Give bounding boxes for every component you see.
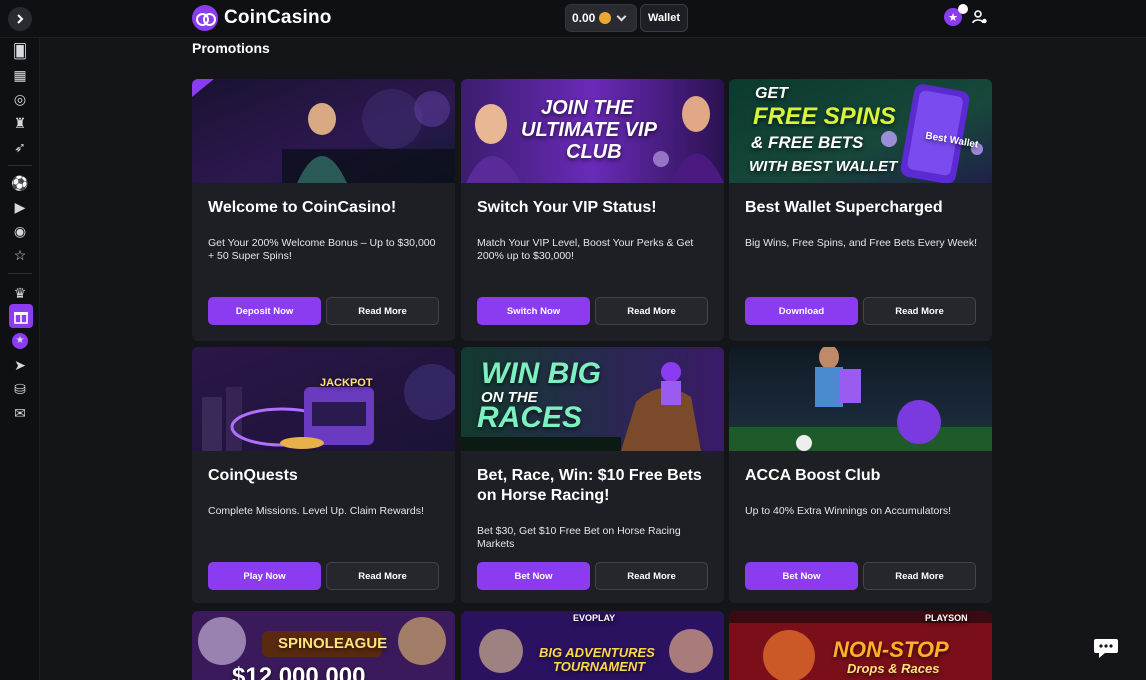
- sidebar-divider: [8, 165, 32, 166]
- rewards-star-icon[interactable]: ★: [944, 4, 968, 26]
- banner-text: BIG ADVENTURES: [539, 645, 655, 660]
- logo[interactable]: CoinCasino: [192, 4, 332, 32]
- read-more-button[interactable]: Read More: [595, 297, 708, 325]
- promo-title: ACCA Boost Club: [745, 467, 881, 484]
- page-title: Promotions: [192, 40, 270, 56]
- promo-card-evoplay[interactable]: EVOPLAY BIG ADVENTURES TOURNAMENT: [461, 611, 724, 680]
- logo-text: CoinCasino: [224, 7, 332, 28]
- chevron-right-icon: [17, 14, 24, 24]
- live-casino-icon[interactable]: ▦: [11, 66, 29, 84]
- play-now-button[interactable]: Play Now: [208, 562, 321, 590]
- user-settings-icon[interactable]: [972, 9, 988, 25]
- promo-description: Get Your 200% Welcome Bonus – Up to $30,…: [208, 237, 436, 262]
- banner-text: JACKPOT: [320, 377, 373, 389]
- deposit-now-button[interactable]: Deposit Now: [208, 297, 321, 325]
- promotions-gift-icon[interactable]: [9, 304, 33, 328]
- banner-text: NON-STOP: [833, 637, 949, 662]
- bet-now-button[interactable]: Bet Now: [477, 562, 590, 590]
- promo-description: Up to 40% Extra Winnings on Accumulators…: [745, 505, 952, 517]
- promo-description: Big Wins, Free Spins, and Free Bets Ever…: [745, 237, 978, 249]
- top-bar: CoinCasino 0.00 Wallet ★: [0, 0, 1146, 38]
- banner-text: RACES: [477, 401, 583, 434]
- wallet-button[interactable]: Wallet: [640, 4, 688, 32]
- promo-card-coinquests: JACKPOT CoinQuests Complete Missions. Le…: [192, 347, 455, 603]
- sports-icon[interactable]: ⚽: [11, 174, 29, 192]
- promo-card-best-wallet: GET FREE SPINS & FREE BETS WITH BEST WAL…: [729, 79, 992, 341]
- switch-now-button[interactable]: Switch Now: [477, 297, 590, 325]
- favorites-star-icon[interactable]: ☆: [11, 246, 29, 264]
- chip-icon[interactable]: ◉: [11, 222, 29, 240]
- promo-banner-image: JACKPOT: [192, 347, 455, 451]
- roulette-icon[interactable]: ◎: [11, 90, 29, 108]
- telegram-icon[interactable]: ➤: [11, 356, 29, 374]
- balance-amount: 0.00: [572, 11, 596, 25]
- banner-text: GET: [755, 85, 788, 102]
- promo-banner-image: WIN BIG ON THE RACES: [461, 347, 724, 451]
- live-chat-icon[interactable]: [1093, 636, 1119, 660]
- promo-banner-image: GET FREE SPINS & FREE BETS WITH BEST WAL…: [729, 79, 992, 183]
- support-chat-icon[interactable]: ✉: [11, 404, 29, 422]
- promo-description: Bet $30, Get $10 Free Bet on Horse Racin…: [477, 525, 681, 550]
- promo-title: CoinQuests: [208, 467, 298, 484]
- promo-title: Welcome to CoinCasino!: [208, 199, 397, 216]
- read-more-button[interactable]: Read More: [863, 562, 976, 590]
- balance-selector[interactable]: 0.00: [565, 4, 637, 32]
- promo-banner-image: JOIN THE ULTIMATE VIP CLUB: [461, 79, 724, 183]
- crypto-cart-icon[interactable]: ⛁: [11, 380, 29, 398]
- promo-description: Match Your VIP Level, Boost Your Perks &…: [477, 237, 694, 262]
- banner-brand: EVOPLAY: [573, 613, 616, 623]
- cards-icon[interactable]: 🂠: [11, 42, 29, 60]
- banner-text: SPINOLEAGUE: [278, 635, 388, 652]
- banner-text: ULTIMATE VIP: [521, 119, 657, 141]
- promo-card-acca: ACCA Boost Club Up to 40% Extra Winnings…: [729, 347, 992, 603]
- banner-text: FREE SPINS: [753, 103, 896, 130]
- promo-title: Switch Your VIP Status!: [477, 199, 657, 216]
- play-circle-icon[interactable]: ▶: [11, 198, 29, 216]
- promo-card-welcome: Welcome to CoinCasino! Get Your 200% Wel…: [192, 79, 455, 341]
- promo-title: Best Wallet Supercharged: [745, 199, 943, 216]
- sidebar-divider: [8, 273, 32, 274]
- banner-text: WIN BIG: [481, 357, 601, 390]
- gift-icon: [14, 312, 28, 324]
- download-button[interactable]: Download: [745, 297, 858, 325]
- promo-card-vip: JOIN THE ULTIMATE VIP CLUB Switch Your V…: [461, 79, 724, 341]
- promo-title: Bet, Race, Win: $10 Free Bets on Horse R…: [477, 467, 702, 504]
- coin-icon: [599, 12, 612, 24]
- banner-text: JOIN THE: [541, 97, 634, 119]
- sidebar-toggle-button[interactable]: [8, 7, 32, 31]
- read-more-button[interactable]: Read More: [326, 562, 439, 590]
- chess-icon[interactable]: ♜: [11, 114, 29, 132]
- read-more-button[interactable]: Read More: [326, 297, 439, 325]
- read-more-button[interactable]: Read More: [595, 562, 708, 590]
- promo-card-horse-racing: WIN BIG ON THE RACES Bet, Race, Win: $10…: [461, 347, 724, 603]
- banner-text: CLUB: [566, 141, 622, 163]
- promo-banner-image: [729, 347, 992, 451]
- vip-crown-icon[interactable]: ♛: [11, 284, 29, 302]
- promo-banner-image: [192, 79, 455, 183]
- promo-card-playson[interactable]: PLAYSON NON-STOP Drops & Races: [729, 611, 992, 680]
- bet-now-button[interactable]: Bet Now: [745, 562, 858, 590]
- banner-text: TOURNAMENT: [553, 659, 646, 674]
- logo-icon: [192, 5, 218, 31]
- chevron-down-icon: [616, 11, 627, 21]
- banner-brand: PLAYSON: [925, 613, 968, 623]
- read-more-button[interactable]: Read More: [863, 297, 976, 325]
- rewards-icon[interactable]: ★: [11, 332, 29, 350]
- banner-text: & FREE BETS: [751, 133, 864, 152]
- rocket-icon[interactable]: ➶: [11, 138, 29, 156]
- promo-description: Complete Missions. Level Up. Claim Rewar…: [208, 505, 424, 517]
- banner-text: WITH BEST WALLET: [749, 158, 898, 175]
- banner-text: $12,000,000: [232, 663, 366, 680]
- banner-text: Drops & Races: [847, 661, 940, 676]
- promo-card-spinoleague[interactable]: SPINOLEAGUE $12,000,000: [192, 611, 455, 680]
- sidebar: 🂠 ▦ ◎ ♜ ➶ ⚽ ▶ ◉ ☆ ♛ ★ ➤ ⛁ ✉: [0, 38, 40, 680]
